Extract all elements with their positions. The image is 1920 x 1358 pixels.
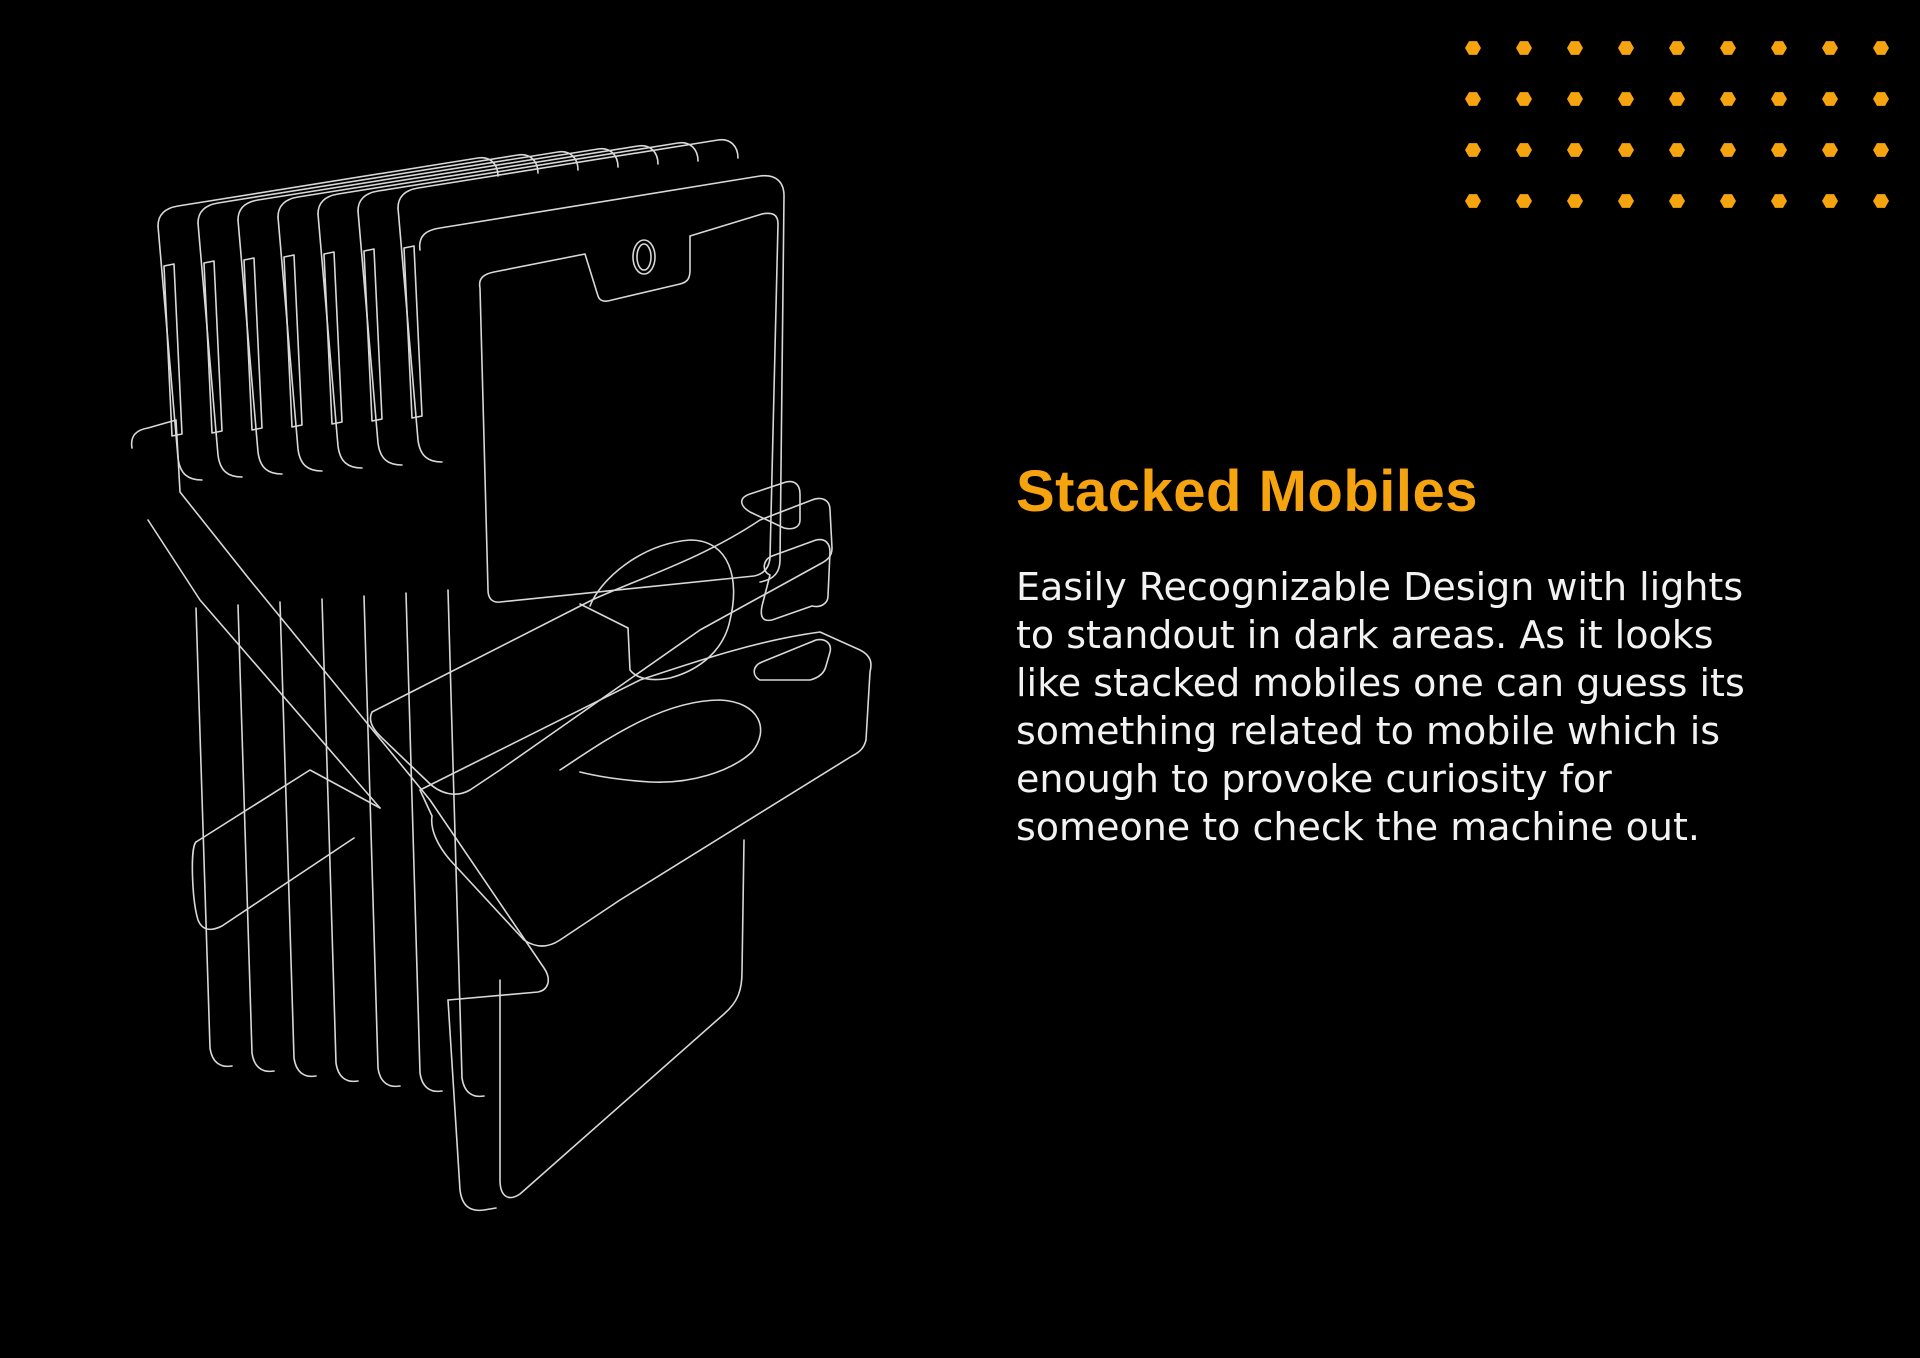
hexagon-dot bbox=[1567, 194, 1583, 208]
phone-layer-leg bbox=[405, 592, 443, 1093]
hexagon-dot bbox=[1771, 41, 1787, 55]
hexagon-dot bbox=[1822, 194, 1838, 208]
hexagon-dot bbox=[1516, 143, 1532, 157]
hexagon-dot bbox=[1669, 143, 1685, 157]
description-line: Easily Recognizable Design with lights bbox=[1016, 565, 1744, 609]
phone-layer-button bbox=[323, 251, 343, 425]
phone-layer-top bbox=[357, 141, 699, 212]
hexagon-dot bbox=[1873, 92, 1889, 106]
hexagon-dot bbox=[1618, 143, 1634, 157]
phone-layer-leg bbox=[363, 595, 401, 1088]
slide: Stacked Mobiles Easily Recognizable Desi… bbox=[0, 0, 1920, 1358]
description-line: to standout in dark areas. As it looks bbox=[1016, 613, 1714, 657]
phone-layer-edge bbox=[277, 216, 323, 472]
phone-layer-button bbox=[363, 248, 383, 422]
hexagon-dot bbox=[1567, 92, 1583, 106]
hexagon-dot bbox=[1720, 143, 1736, 157]
phone-layer-leg bbox=[279, 601, 317, 1078]
phone-layer-edge bbox=[317, 213, 363, 469]
phone-layer-top bbox=[397, 138, 739, 209]
hexagon-dot bbox=[1516, 92, 1532, 106]
hexagon-dot bbox=[1465, 41, 1481, 55]
hexagon-dot bbox=[1822, 41, 1838, 55]
hexagon-dot bbox=[1567, 41, 1583, 55]
hexagon-dot bbox=[1873, 143, 1889, 157]
phone-layer-edge bbox=[237, 219, 283, 475]
description-line: enough to provoke curiosity for bbox=[1016, 757, 1612, 801]
hexagon-dot bbox=[1465, 92, 1481, 106]
phone-layer-leg bbox=[195, 607, 233, 1068]
hexagon-dot bbox=[1669, 41, 1685, 55]
hexagon-dot bbox=[1465, 194, 1481, 208]
hexagon-dot bbox=[1771, 92, 1787, 106]
hexagon-dot bbox=[1618, 194, 1634, 208]
hexagon-dot bbox=[1771, 143, 1787, 157]
hexagon-dot bbox=[1669, 92, 1685, 106]
hexagon-dot bbox=[1618, 92, 1634, 106]
phone-layer-top bbox=[317, 144, 659, 215]
phone-layer-button bbox=[243, 257, 263, 431]
phone-layer-edge bbox=[157, 225, 203, 481]
hexagon-dot-pattern-icon bbox=[1465, 41, 1889, 208]
phone-layer-button bbox=[163, 263, 183, 437]
description-line: like stacked mobiles one can guess its bbox=[1016, 661, 1745, 705]
page-title: Stacked Mobiles bbox=[1016, 459, 1478, 524]
phone-layer-button bbox=[283, 254, 303, 428]
hexagon-dot bbox=[1771, 194, 1787, 208]
hexagon-dot bbox=[1516, 194, 1532, 208]
hexagon-dot bbox=[1720, 92, 1736, 106]
phone-layer-leg bbox=[321, 598, 359, 1083]
description: Easily Recognizable Design with lights t… bbox=[1016, 563, 1806, 851]
phone-layer-button bbox=[403, 245, 423, 419]
hexagon-dot bbox=[1873, 194, 1889, 208]
phone-layer-leg bbox=[447, 589, 485, 1098]
hexagon-dot bbox=[1465, 143, 1481, 157]
phone-layer-leg bbox=[237, 604, 275, 1073]
phone-layer-edge bbox=[357, 210, 403, 466]
description-line: someone to check the machine out. bbox=[1016, 805, 1700, 849]
hexagon-dot bbox=[1822, 143, 1838, 157]
hexagon-dot bbox=[1822, 92, 1838, 106]
hexagon-dot bbox=[1720, 41, 1736, 55]
hexagon-dot bbox=[1567, 143, 1583, 157]
description-line: something related to mobile which is bbox=[1016, 709, 1721, 753]
hexagon-dot bbox=[1873, 41, 1889, 55]
hexagon-dot bbox=[1720, 194, 1736, 208]
phone-layer-edge bbox=[197, 222, 243, 478]
hexagon-dot bbox=[1618, 41, 1634, 55]
text-block: Stacked Mobiles Easily Recognizable Desi… bbox=[1016, 455, 1836, 851]
hexagon-dot bbox=[1669, 194, 1685, 208]
phone-layer-button bbox=[203, 260, 223, 434]
hexagon-dot bbox=[1516, 41, 1532, 55]
